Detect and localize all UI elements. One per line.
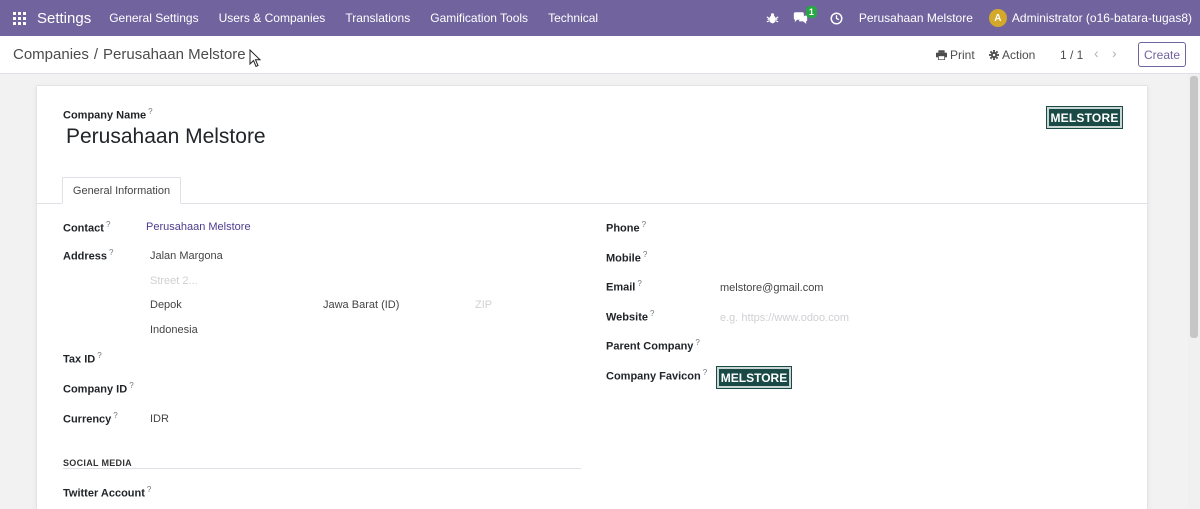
messages-count-badge: 1 — [805, 6, 817, 18]
menu-technical[interactable]: Technical — [548, 11, 598, 25]
activity-clock-icon[interactable] — [830, 0, 843, 36]
pager-previous-icon[interactable]: ‹ — [1094, 45, 1099, 61]
state-field[interactable]: Jawa Barat (ID) — [323, 299, 399, 311]
menu-gamification-tools[interactable]: Gamification Tools — [430, 11, 528, 25]
print-label: Print — [950, 48, 975, 62]
user-menu[interactable]: Administrator (o16-batara-tugas8) — [1012, 11, 1192, 25]
breadcrumb-separator: / — [93, 46, 99, 63]
zip-field[interactable]: ZIP — [475, 299, 492, 311]
company-name-field[interactable]: Perusahaan Melstore — [66, 125, 266, 149]
company-name-label: Company Name? — [63, 107, 153, 122]
company-favicon-label: Company Favicon? — [606, 368, 708, 383]
gear-icon — [989, 50, 999, 60]
breadcrumb-companies-link[interactable]: Companies — [13, 46, 89, 63]
mouse-cursor-icon — [249, 49, 262, 68]
menu-translations[interactable]: Translations — [345, 11, 410, 25]
street2-field[interactable]: Street 2... — [150, 275, 198, 287]
street-field[interactable]: Jalan Margona — [150, 250, 223, 262]
currency-label: Currency? — [63, 411, 118, 426]
social-media-divider — [63, 468, 581, 469]
country-field[interactable]: Indonesia — [150, 324, 198, 336]
debug-bug-icon[interactable] — [766, 0, 779, 36]
contact-field[interactable]: Perusahaan Melstore — [146, 221, 251, 233]
mobile-label: Mobile? — [606, 250, 648, 265]
avatar[interactable]: A — [988, 9, 1007, 27]
print-icon — [936, 50, 947, 60]
city-field[interactable]: Depok — [150, 299, 182, 311]
company-favicon-image[interactable]: MELSTORE — [716, 366, 792, 389]
create-button[interactable]: Create — [1138, 42, 1186, 67]
pager-next-icon[interactable]: › — [1112, 45, 1117, 61]
control-panel: Companies / Perusahaan Melstore Print Acti… — [0, 36, 1200, 74]
top-navbar: Settings General Settings Users & Compan… — [0, 0, 1200, 36]
email-field[interactable]: melstore@gmail.com — [720, 282, 823, 294]
phone-label: Phone? — [606, 220, 647, 235]
twitter-label: Twitter Account? — [63, 485, 152, 500]
app-brand[interactable]: Settings — [37, 10, 91, 27]
company-logo-image[interactable]: MELSTORE — [1046, 106, 1123, 129]
address-label: Address? — [63, 248, 114, 263]
social-media-section-title: SOCIAL MEDIA — [63, 458, 132, 468]
website-field[interactable]: e.g. https://www.odoo.com — [720, 312, 849, 324]
email-label: Email? — [606, 279, 642, 294]
website-label: Website? — [606, 309, 655, 324]
scrollbar-thumb[interactable] — [1190, 76, 1198, 338]
company-id-label: Company ID? — [63, 381, 134, 396]
tab-general-information[interactable]: General Information — [62, 177, 181, 204]
contact-label: Contact? — [63, 220, 111, 235]
company-switcher[interactable]: Perusahaan Melstore — [859, 11, 973, 25]
form-sheet: Company Name? Perusahaan Melstore MELSTO… — [36, 85, 1149, 509]
parent-company-label: Parent Company? — [606, 338, 700, 353]
print-button[interactable]: Print — [936, 48, 975, 62]
breadcrumb-current: Perusahaan Melstore — [103, 46, 246, 63]
apps-menu-icon[interactable] — [4, 0, 34, 36]
currency-field[interactable]: IDR — [150, 413, 169, 425]
messages-icon[interactable]: 1 — [793, 0, 817, 36]
breadcrumb: Companies / Perusahaan Melstore — [13, 46, 246, 63]
tabs-divider — [37, 203, 1149, 204]
menu-general-settings[interactable]: General Settings — [109, 11, 198, 25]
action-label: Action — [1002, 48, 1036, 62]
pager-value[interactable]: 1 / 1 — [1060, 48, 1083, 62]
menu-users-companies[interactable]: Users & Companies — [219, 11, 326, 25]
action-button[interactable]: Action — [989, 48, 1035, 62]
tax-id-label: Tax ID? — [63, 351, 102, 366]
